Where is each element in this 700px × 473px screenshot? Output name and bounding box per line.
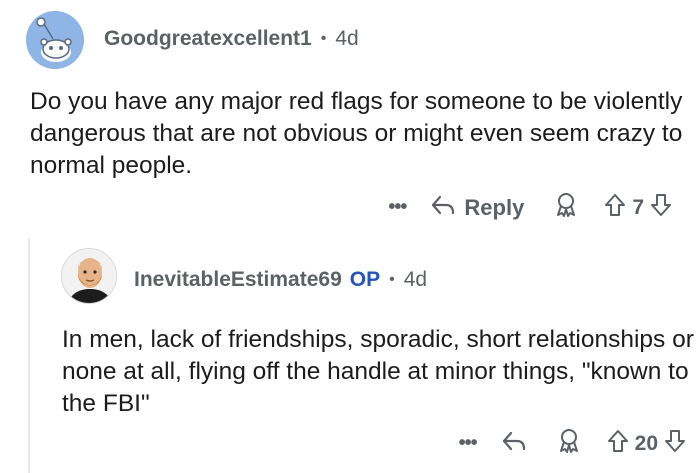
bearded-man-avatar-icon[interactable] — [61, 248, 117, 304]
downvote-arrow-icon[interactable] — [650, 193, 672, 222]
comment-meta: InevitableEstimate69 OP • 4d — [134, 268, 427, 292]
meta-separator: • — [389, 271, 395, 288]
upvote-arrow-icon[interactable] — [607, 429, 629, 458]
award-icon[interactable] — [557, 428, 581, 459]
more-options-button[interactable]: ••• — [388, 196, 407, 219]
reply-button[interactable]: Reply — [430, 194, 554, 221]
snoo-avatar-icon[interactable] — [26, 11, 84, 69]
op-badge: OP — [349, 268, 381, 291]
comment-meta: Goodgreatexcellent1 • 4d — [104, 27, 359, 51]
reply-arrow-icon — [501, 430, 527, 457]
comment-age: 4d — [403, 268, 428, 291]
award-icon[interactable] — [554, 192, 578, 223]
reply-arrow-icon — [430, 194, 456, 221]
comment-actions: ••• Reply 7 — [388, 192, 672, 223]
author-name[interactable]: InevitableEstimate69 — [134, 268, 342, 292]
comment-body: In men, lack of friendships, sporadic, s… — [62, 326, 694, 417]
meta-separator: • — [320, 30, 327, 47]
comment-1: Goodgreatexcellent1 • 4d Do you have any… — [0, 0, 700, 232]
reply-label: Reply — [464, 194, 525, 220]
comment-age: 4d — [335, 27, 359, 50]
reply-button[interactable] — [501, 430, 527, 457]
upvote-arrow-icon[interactable] — [604, 193, 626, 222]
vote-score: 20 — [634, 431, 658, 455]
author-name[interactable]: Goodgreatexcellent1 — [104, 27, 312, 51]
downvote-arrow-icon[interactable] — [664, 429, 686, 458]
vote-score: 7 — [632, 195, 644, 219]
comment-actions: ••• 20 — [459, 428, 686, 459]
comment-body: Do you have any major red flags for some… — [30, 88, 683, 179]
more-options-button[interactable]: ••• — [459, 432, 478, 455]
